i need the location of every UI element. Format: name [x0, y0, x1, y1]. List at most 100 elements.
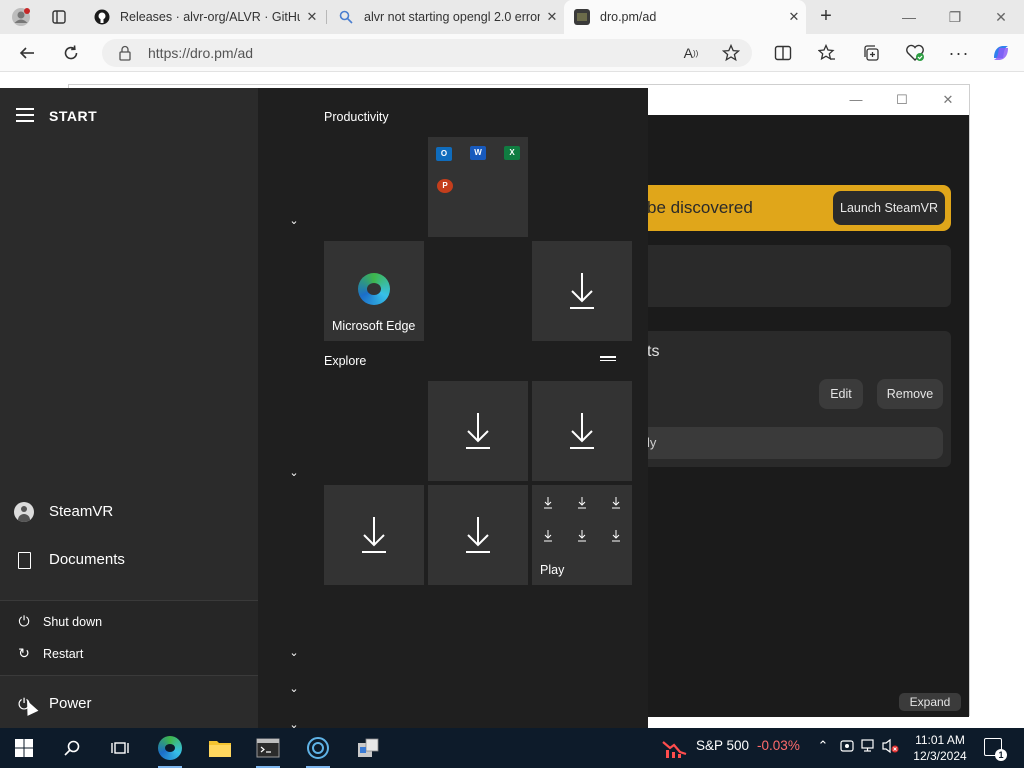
- tab-dro-pm[interactable]: dro.pm/ad ✕: [564, 0, 806, 34]
- read-aloud-icon[interactable]: A)): [680, 42, 702, 64]
- stock-chart-icon[interactable]: [662, 734, 688, 762]
- restart-label: Restart: [43, 647, 84, 661]
- user-account-item[interactable]: SteamVR: [0, 492, 258, 532]
- profile-icon[interactable]: [10, 6, 32, 28]
- download-icon: [570, 273, 594, 309]
- lock-icon[interactable]: [118, 45, 134, 61]
- download-tile[interactable]: [428, 381, 528, 481]
- start-title: START: [49, 108, 98, 124]
- stock-name: S&P 500: [696, 738, 750, 753]
- favorite-star-icon[interactable]: [720, 42, 742, 64]
- chevron-down-icon[interactable]: ⌄: [287, 214, 301, 228]
- launch-steamvr-button[interactable]: Launch SteamVR: [833, 191, 945, 225]
- shutdown-item[interactable]: ⏻ Shut down: [0, 607, 258, 637]
- power-item[interactable]: ⏻ Power: [0, 684, 258, 724]
- download-tile[interactable]: [532, 381, 632, 481]
- back-arrow-icon[interactable]: [16, 42, 38, 64]
- tab-actions-icon[interactable]: [48, 6, 70, 28]
- address-bar[interactable]: https://dro.pm/ad: [102, 39, 752, 67]
- alvr-minimize-button[interactable]: —: [841, 89, 871, 111]
- restart-item[interactable]: ↻ Restart: [0, 639, 258, 669]
- new-tab-button[interactable]: +: [814, 5, 838, 29]
- stock-change: -0.03%: [757, 738, 800, 753]
- power-label: Power: [49, 695, 92, 712]
- notification-count: 1: [995, 749, 1007, 761]
- play-folder-tile[interactable]: Play: [532, 485, 632, 585]
- hamburger-menu-icon[interactable]: [16, 108, 34, 124]
- powerpoint-icon: P: [437, 179, 453, 193]
- collections-icon[interactable]: [860, 42, 882, 64]
- restore-button[interactable]: ❐: [932, 0, 978, 34]
- download-tile[interactable]: [532, 241, 632, 341]
- search-icon: [338, 9, 354, 25]
- chevron-down-icon[interactable]: ⌄: [287, 646, 301, 660]
- volume-muted-icon[interactable]: [882, 738, 900, 758]
- download-icon: [578, 497, 586, 509]
- download-tile[interactable]: [428, 485, 528, 585]
- start-menu: START SteamVR Documents ⏻ Shut down ↻ Re…: [0, 88, 648, 731]
- tab-search-alvr[interactable]: alvr not starting opengl 2.0 error ✕: [328, 0, 564, 34]
- edge-taskbar-icon[interactable]: [156, 734, 184, 768]
- app-installer-icon[interactable]: [354, 734, 382, 762]
- address-url: https://dro.pm/ad: [148, 45, 254, 61]
- close-tab-icon[interactable]: ✕: [540, 9, 564, 25]
- close-tab-icon[interactable]: ✕: [300, 9, 324, 25]
- status-banner: be discovered Launch SteamVR: [647, 185, 951, 231]
- device-row-text: ly: [647, 435, 657, 450]
- notification-center-icon[interactable]: 1: [984, 738, 1007, 761]
- download-icon: [578, 530, 586, 542]
- favorites-icon[interactable]: [816, 42, 838, 64]
- alvr-maximize-button[interactable]: ☐: [887, 89, 917, 111]
- tab-divider: [326, 10, 327, 24]
- windows-start-icon[interactable]: [10, 734, 38, 762]
- stock-widget[interactable]: S&P 500 -0.03%: [696, 738, 800, 753]
- taskbar: S&P 500 -0.03% ⌃ 11:01 AM 12/3/2024 1: [0, 728, 1024, 768]
- terminal-icon[interactable]: [254, 734, 282, 768]
- group-title-explore: Explore: [324, 354, 367, 368]
- documents-item[interactable]: Documents: [0, 540, 258, 580]
- group-title-productivity: Productivity: [324, 110, 389, 124]
- info-panel: [647, 245, 951, 307]
- file-explorer-icon[interactable]: [206, 734, 234, 762]
- office-apps-tile[interactable]: O W X P: [428, 137, 528, 237]
- power-icon: ⏻: [18, 613, 30, 629]
- shutdown-label: Shut down: [43, 615, 103, 629]
- microsoft-edge-tile[interactable]: Microsoft Edge: [324, 241, 424, 341]
- documents-label: Documents: [49, 551, 125, 568]
- expand-button[interactable]: Expand: [899, 693, 961, 711]
- task-view-icon[interactable]: [106, 734, 134, 762]
- tab-github-releases[interactable]: Releases · alvr-org/ALVR · GitHub ✕: [84, 0, 324, 34]
- browser-essentials-icon[interactable]: [904, 42, 926, 64]
- user-label: SteamVR: [49, 503, 114, 520]
- page-icon: [574, 9, 590, 25]
- meet-now-icon[interactable]: [838, 738, 856, 758]
- edge-logo-icon: [358, 273, 390, 305]
- copilot-icon[interactable]: [990, 42, 1012, 64]
- close-tab-icon[interactable]: ✕: [782, 9, 806, 25]
- download-tile[interactable]: [324, 485, 424, 585]
- remove-button[interactable]: Remove: [877, 379, 943, 409]
- search-icon[interactable]: [58, 734, 86, 762]
- alvr-taskbar-icon[interactable]: [304, 734, 332, 768]
- alvr-close-button[interactable]: ✕: [933, 89, 963, 111]
- system-clock[interactable]: 11:01 AM 12/3/2024: [912, 732, 968, 764]
- refresh-icon[interactable]: [60, 42, 82, 64]
- network-icon[interactable]: [860, 738, 878, 758]
- clock-time: 11:01 AM: [915, 733, 965, 747]
- split-screen-icon[interactable]: [772, 42, 794, 64]
- group-drag-handle-icon[interactable]: [600, 356, 616, 362]
- download-icon: [466, 517, 490, 553]
- chevron-down-icon[interactable]: ⌄: [287, 466, 301, 480]
- download-icon: [544, 497, 552, 509]
- close-window-button[interactable]: ✕: [978, 0, 1024, 34]
- chevron-down-icon[interactable]: ⌄: [287, 682, 301, 696]
- edit-button[interactable]: Edit: [819, 379, 863, 409]
- download-icon: [570, 413, 594, 449]
- device-row[interactable]: ly: [647, 427, 943, 459]
- more-options-icon[interactable]: ···: [948, 42, 970, 64]
- devices-panel: ts Edit Remove ly: [647, 331, 951, 467]
- minimize-button[interactable]: —: [886, 0, 932, 34]
- chevron-up-icon[interactable]: ⌃: [814, 738, 832, 758]
- user-avatar-icon: [14, 502, 34, 522]
- restart-icon: ↻: [18, 645, 30, 661]
